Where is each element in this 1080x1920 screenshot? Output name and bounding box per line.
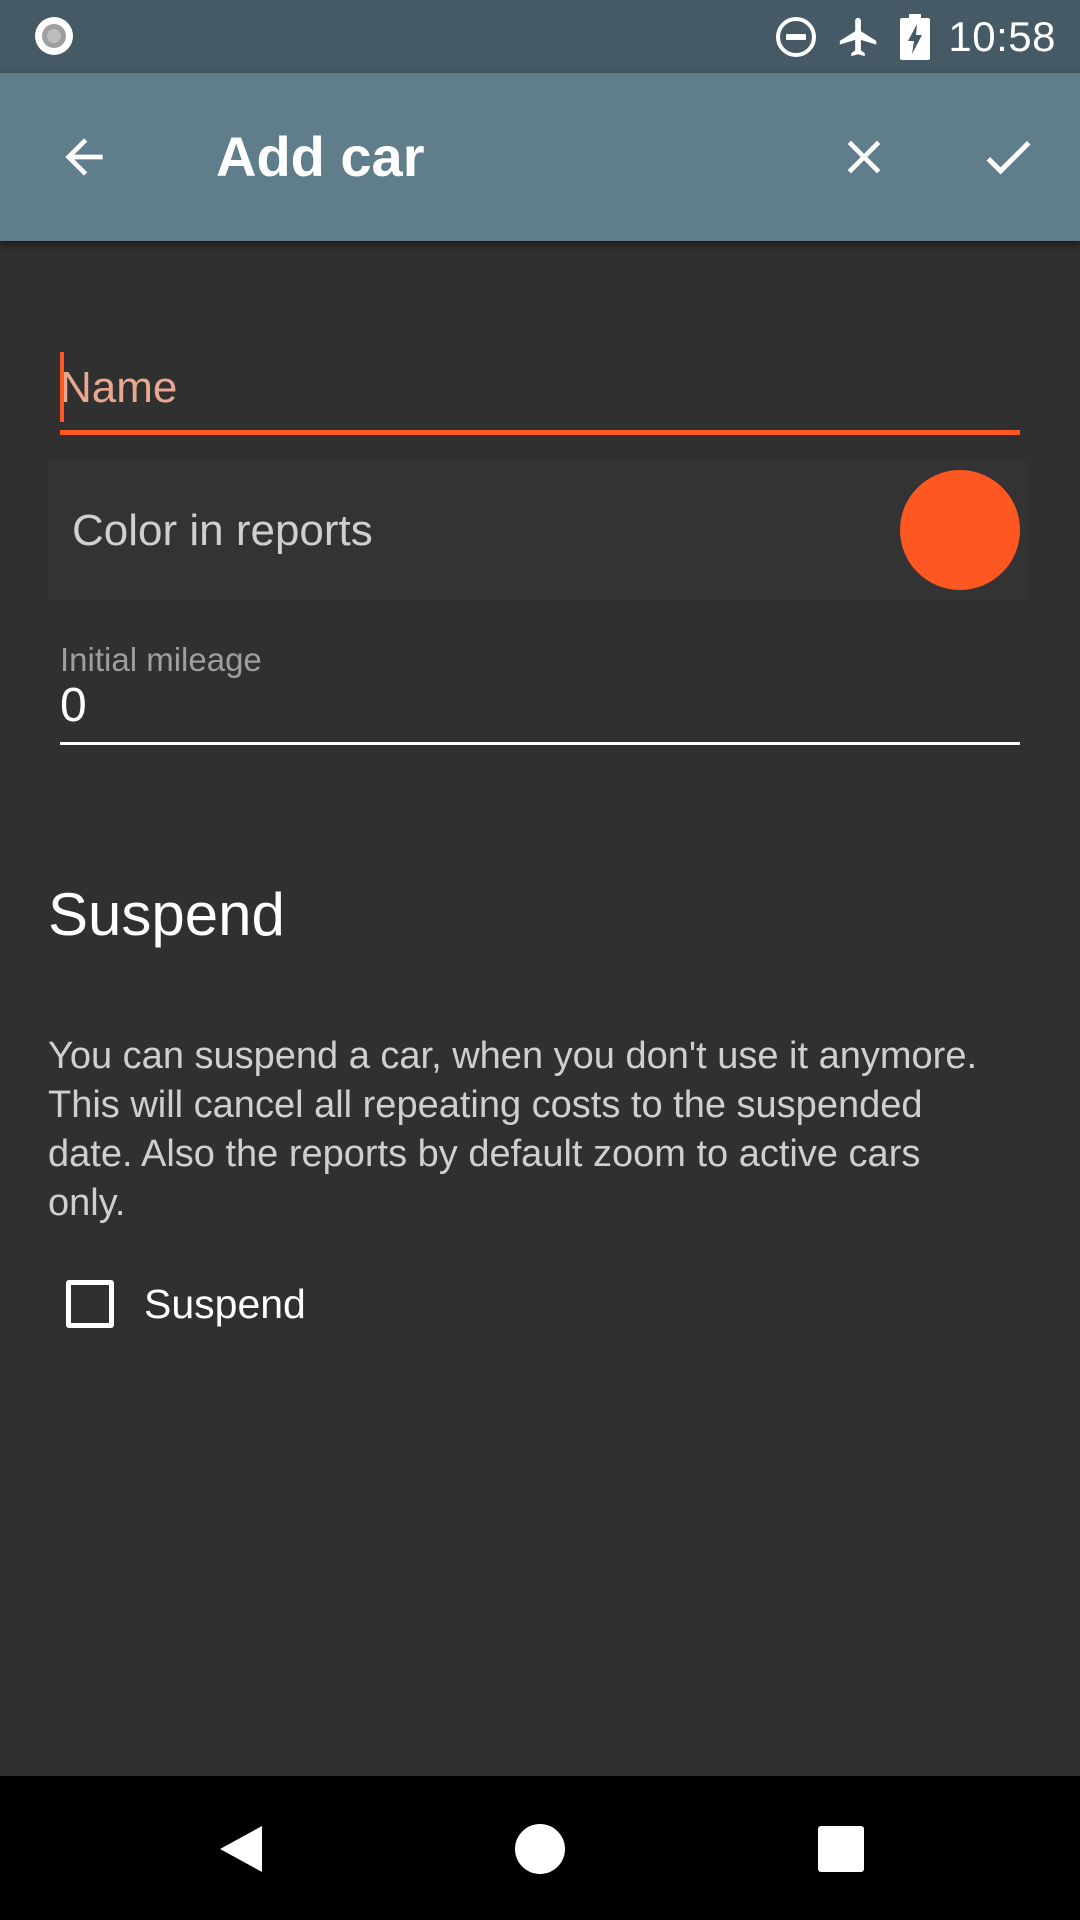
- system-nav-bar: [0, 1776, 1080, 1920]
- color-swatch[interactable]: [900, 470, 1020, 590]
- suspend-description: You can suspend a car, when you don't us…: [48, 1035, 978, 1224]
- name-field: [60, 348, 1020, 436]
- suspend-checkbox-row[interactable]: Suspend: [66, 1274, 306, 1334]
- app-bar: Add car: [0, 73, 1080, 241]
- color-label: Color in reports: [72, 506, 373, 555]
- check-icon: [986, 140, 1031, 175]
- nav-back-icon[interactable]: [216, 1824, 264, 1874]
- back-arrow-icon: [65, 138, 103, 176]
- cancel-button[interactable]: [822, 115, 906, 199]
- battery-charging-icon: [900, 13, 931, 60]
- add-car-screen: 10:58 Add car Color in reports: [0, 0, 1080, 1920]
- name-underline: [60, 430, 1020, 435]
- mileage-underline: [60, 742, 1020, 745]
- status-bar: 10:58: [0, 0, 1080, 73]
- status-time: 10:58: [948, 12, 1056, 60]
- page-title: Add car: [216, 125, 425, 188]
- nav-recents-icon[interactable]: [818, 1826, 864, 1872]
- color-picker-row[interactable]: Color in reports: [48, 460, 1028, 600]
- airplane-mode-icon: [840, 17, 877, 56]
- back-button[interactable]: [42, 115, 126, 199]
- name-input[interactable]: [60, 348, 1020, 428]
- do-not-disturb-icon: [776, 16, 817, 57]
- suspend-checkbox-label[interactable]: Suspend: [144, 1281, 306, 1328]
- save-button[interactable]: [966, 115, 1050, 199]
- text-cursor: [60, 352, 64, 422]
- nav-home-icon[interactable]: [515, 1824, 565, 1874]
- section-title-suspend: Suspend: [48, 881, 285, 948]
- notification-dot-icon: [35, 17, 73, 55]
- mileage-input[interactable]: 0: [60, 678, 87, 734]
- mileage-label: Initial mileage: [60, 641, 262, 678]
- suspend-checkbox[interactable]: [66, 1280, 114, 1328]
- status-icons: 10:58: [774, 0, 1056, 73]
- close-icon: [847, 140, 881, 174]
